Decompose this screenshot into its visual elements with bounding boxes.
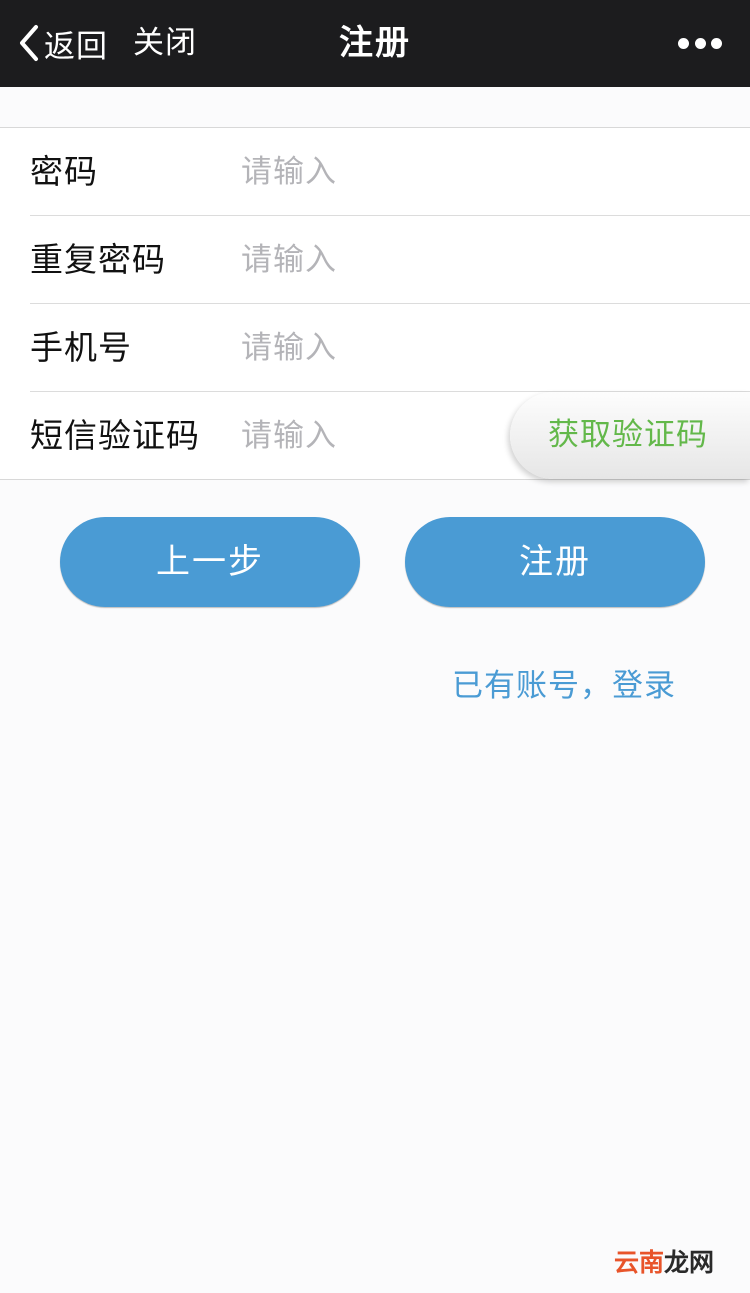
sms-code-row: 短信验证码 获取验证码 (30, 392, 750, 479)
repeat-password-input[interactable] (241, 236, 501, 284)
sms-code-input[interactable] (241, 412, 501, 460)
watermark: 云南龙网 (614, 1243, 714, 1279)
watermark-part1: 云南 (613, 1248, 664, 1277)
repeat-password-label: 重复密码 (30, 240, 166, 279)
phone-row: 手机号 (30, 304, 750, 392)
register-form: 密码 重复密码 手机号 短信验证码 获取验证码 (0, 127, 750, 480)
get-code-button[interactable]: 获取验证码 (510, 392, 750, 479)
watermark-part2: 龙网 (663, 1248, 714, 1277)
repeat-password-row: 重复密码 (30, 216, 750, 304)
register-button[interactable]: 注册 (405, 517, 705, 607)
previous-step-button[interactable]: 上一步 (60, 517, 360, 607)
more-dots-icon[interactable] (678, 34, 722, 52)
phone-input[interactable] (241, 324, 501, 372)
page-title: 注册 (339, 23, 411, 63)
password-row: 密码 (30, 128, 750, 216)
login-link[interactable]: 已有账号，登录 (452, 660, 676, 705)
phone-label: 手机号 (30, 328, 132, 367)
password-label: 密码 (30, 152, 98, 191)
sms-code-label: 短信验证码 (30, 416, 200, 455)
top-navbar: 返回 关闭 注册 (0, 0, 750, 87)
password-input[interactable] (241, 148, 501, 196)
